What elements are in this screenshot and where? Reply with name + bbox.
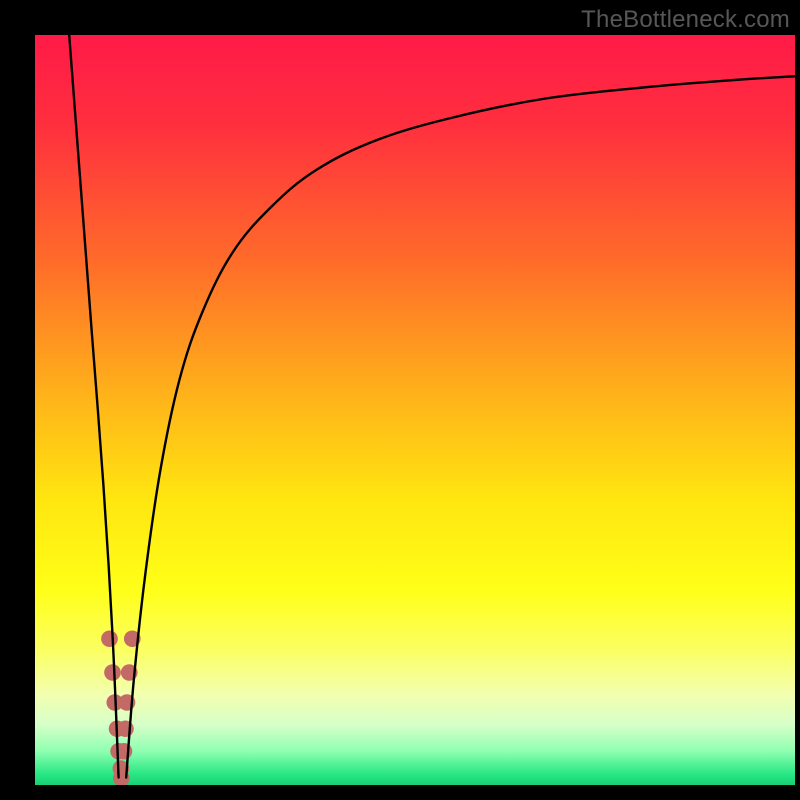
plot-area xyxy=(35,35,795,785)
marker-dot xyxy=(101,631,118,648)
chart-frame: TheBottleneck.com xyxy=(0,0,800,800)
curve-right-branch xyxy=(126,76,795,777)
curves-layer xyxy=(35,35,795,785)
watermark-text: TheBottleneck.com xyxy=(581,6,790,34)
marker-dot xyxy=(104,664,121,681)
marker-cluster xyxy=(101,631,141,786)
